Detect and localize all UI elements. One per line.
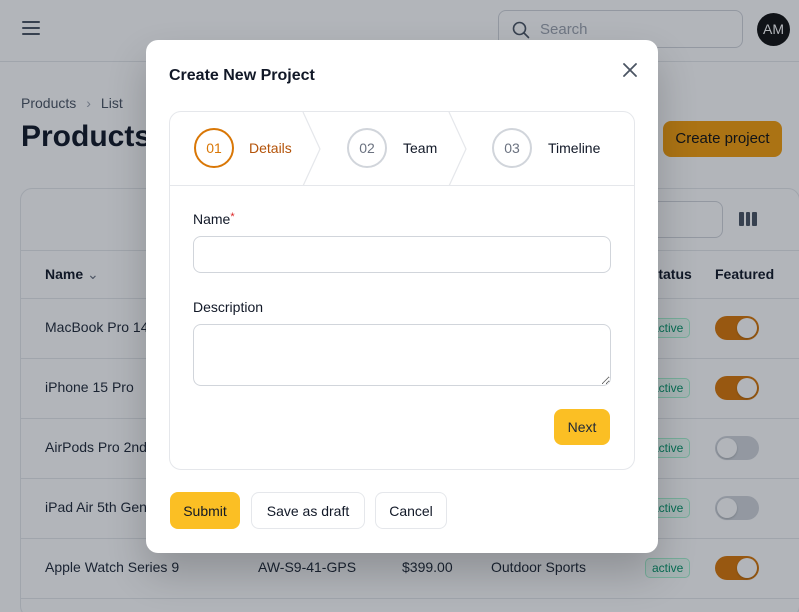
step-3-number[interactable]: 03 <box>492 128 532 168</box>
save-draft-button[interactable]: Save as draft <box>251 492 365 529</box>
modal-title: Create New Project <box>169 67 315 84</box>
step-separator <box>448 112 467 186</box>
submit-button[interactable]: Submit <box>170 492 240 529</box>
close-button[interactable] <box>618 58 642 82</box>
step-1-label[interactable]: Details <box>249 140 292 156</box>
name-label: Name* <box>193 211 235 227</box>
name-input[interactable] <box>193 236 611 273</box>
cancel-button[interactable]: Cancel <box>375 492 447 529</box>
step-separator <box>302 112 321 186</box>
stepper: 01 Details 02 Team 03 Timeline <box>170 112 634 186</box>
description-textarea[interactable] <box>193 324 611 386</box>
step-2-number[interactable]: 02 <box>347 128 387 168</box>
step-2-label[interactable]: Team <box>403 140 437 156</box>
close-icon <box>623 63 637 77</box>
description-label: Description <box>193 299 264 315</box>
step-1-number[interactable]: 01 <box>194 128 234 168</box>
create-project-modal: Create New Project 01 Details 02 Team 03… <box>146 40 658 553</box>
wizard-panel: 01 Details 02 Team 03 Timeline Name* Des… <box>169 111 635 470</box>
next-button[interactable]: Next <box>554 409 610 445</box>
step-3-label[interactable]: Timeline <box>548 140 600 156</box>
required-marker: * <box>230 211 235 223</box>
